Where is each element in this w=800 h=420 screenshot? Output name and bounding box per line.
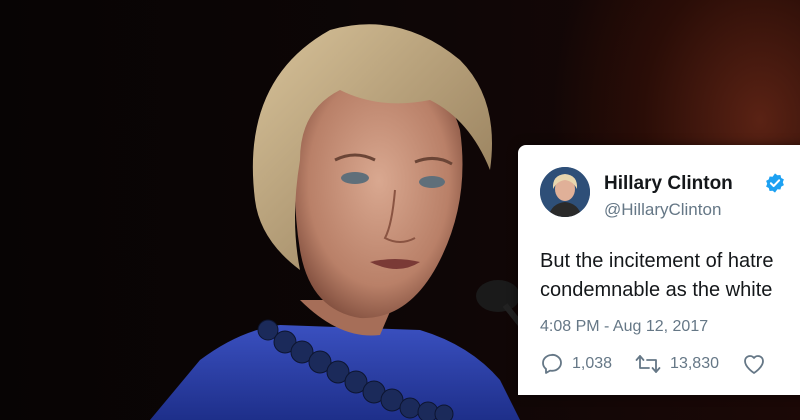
tweet-timestamp[interactable]: 4:08 PM - Aug 12, 2017 <box>540 318 708 336</box>
reply-button[interactable]: 1,038 <box>540 352 612 376</box>
reply-count: 1,038 <box>572 355 613 372</box>
tweet-text-line-2: condemnable as the white <box>540 279 773 301</box>
tweet-text: But the incitement of hatre condemnable … <box>540 247 800 305</box>
reply-icon <box>542 353 562 374</box>
tweet-actions: 1,038 13,830 <box>540 350 797 378</box>
verified-badge-icon <box>764 172 786 194</box>
retweet-button[interactable]: 13,830 <box>634 352 719 376</box>
tweet-header: Hillary Clinton @HillaryClinton <box>540 167 800 219</box>
author-avatar[interactable] <box>540 167 590 217</box>
retweet-icon <box>635 355 661 373</box>
heart-icon <box>744 355 764 374</box>
author-name[interactable]: Hillary Clinton <box>604 173 733 195</box>
microphone-head <box>476 280 520 312</box>
left-eye <box>341 172 369 184</box>
retweet-count: 13,830 <box>670 355 719 372</box>
right-eye <box>419 176 445 188</box>
author-handle[interactable]: @HillaryClinton <box>604 200 721 220</box>
tweet-card: Hillary Clinton @HillaryClinton But the … <box>518 145 800 395</box>
tweet-text-line-1: But the incitement of hatre <box>540 250 774 272</box>
like-button[interactable] <box>741 352 775 376</box>
face <box>295 68 463 319</box>
